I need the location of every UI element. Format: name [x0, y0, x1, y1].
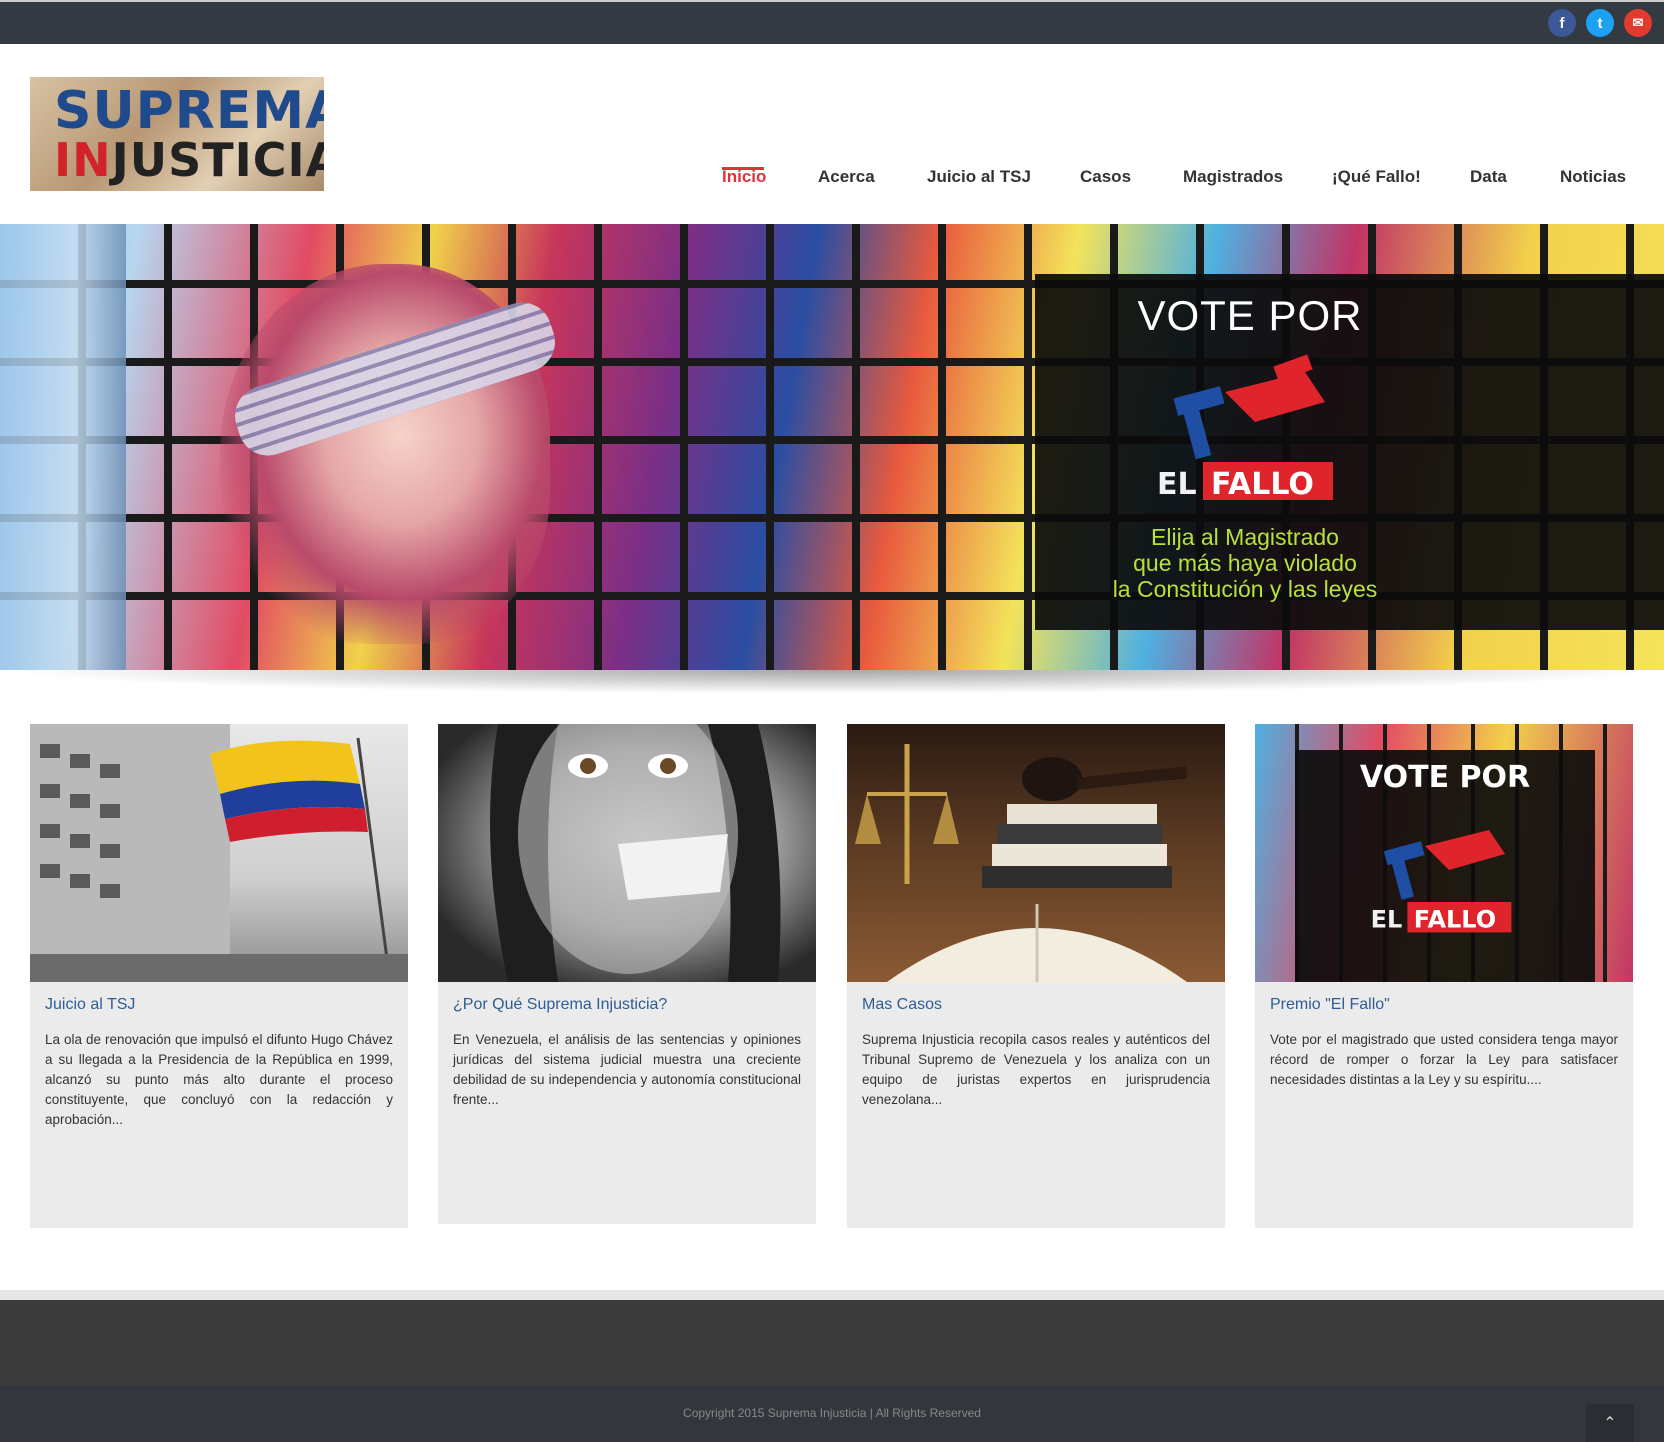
nav-active-underline: [722, 167, 764, 170]
card-excerpt: Suprema Injusticia recopila casos reales…: [862, 1032, 1210, 1107]
email-icon[interactable]: ✉: [1624, 9, 1652, 37]
svg-text:FALLO: FALLO: [1414, 906, 1496, 934]
copyright-text: Copyright 2015 Suprema Injusticia | All …: [683, 1406, 981, 1420]
nav-que-fallo[interactable]: ¡Qué Fallo!: [1332, 162, 1421, 192]
hero-banner[interactable]: VOTE POR EL FALLO Elija al Magistrado qu…: [0, 224, 1664, 670]
footer-divider: [0, 1290, 1664, 1300]
card-excerpt: Vote por el magistrado que usted conside…: [1270, 1032, 1618, 1087]
top-bar: f t ✉: [0, 0, 1664, 44]
card-image-vote-por[interactable]: VOTE POR EL FALLO: [1255, 724, 1633, 982]
footer-widgets: [0, 1300, 1664, 1386]
card-vote-title: VOTE POR: [1359, 760, 1531, 795]
card-mas-casos: Mas Casos Suprema Injusticia recopila ca…: [847, 724, 1225, 1228]
logo-line-1: SUPREMA: [54, 81, 324, 141]
card-por-que: ¿Por Qué Suprema Injusticia? En Venezuel…: [438, 724, 816, 1224]
card-title[interactable]: Mas Casos: [862, 996, 942, 1014]
nav-casos[interactable]: Casos: [1080, 162, 1131, 192]
nav-juicio-al-tsj[interactable]: Juicio al TSJ: [927, 162, 1031, 192]
hero-side-glass: [0, 224, 126, 670]
card-title[interactable]: Premio "El Fallo": [1270, 996, 1390, 1014]
site-logo[interactable]: SUPREMA INJUSTICIA: [30, 77, 324, 191]
nav-data[interactable]: Data: [1470, 162, 1507, 192]
el-fallo-logo-small: EL FALLO: [1371, 830, 1512, 934]
nav-acerca[interactable]: Acerca: [818, 162, 875, 192]
facebook-icon[interactable]: f: [1548, 9, 1576, 37]
svg-text:EL: EL: [1371, 906, 1403, 934]
site-header: SUPREMA INJUSTICIA: [0, 44, 1664, 224]
card-juicio-al-tsj: Juicio al TSJ La ola de renovación que i…: [30, 724, 408, 1228]
hero-shadow: [0, 670, 1664, 694]
card-excerpt: En Venezuela, el análisis de las sentenc…: [453, 1032, 801, 1107]
twitter-icon[interactable]: t: [1586, 9, 1614, 37]
vote-panel: VOTE POR EL FALLO Elija al Magistrado qu…: [1035, 274, 1664, 630]
card-image-gagged-woman[interactable]: [438, 724, 816, 982]
card-title[interactable]: Juicio al TSJ: [45, 996, 135, 1014]
nav-magistrados[interactable]: Magistrados: [1183, 162, 1283, 192]
card-title[interactable]: ¿Por Qué Suprema Injusticia?: [453, 996, 667, 1014]
logo-line-2: INJUSTICIA: [54, 133, 324, 187]
card-image-law-books[interactable]: [847, 724, 1225, 982]
card-image-building[interactable]: [30, 724, 408, 982]
card-premio-el-fallo: VOTE POR EL FALLO Premio "El Fallo" Vote…: [1255, 724, 1633, 1228]
nav-noticias[interactable]: Noticias: [1560, 162, 1626, 192]
card-excerpt: La ola de renovación que impulsó el difu…: [45, 1032, 393, 1127]
vote-title: VOTE POR: [1137, 292, 1363, 339]
svg-text:FALLO: FALLO: [1211, 467, 1314, 502]
svg-text:EL: EL: [1157, 467, 1197, 502]
vote-caption: Elija al Magistrado que más haya violado…: [1112, 524, 1378, 602]
back-to-top-button[interactable]: ⌃: [1586, 1404, 1634, 1442]
el-fallo-logo: EL FALLO: [1157, 354, 1333, 502]
